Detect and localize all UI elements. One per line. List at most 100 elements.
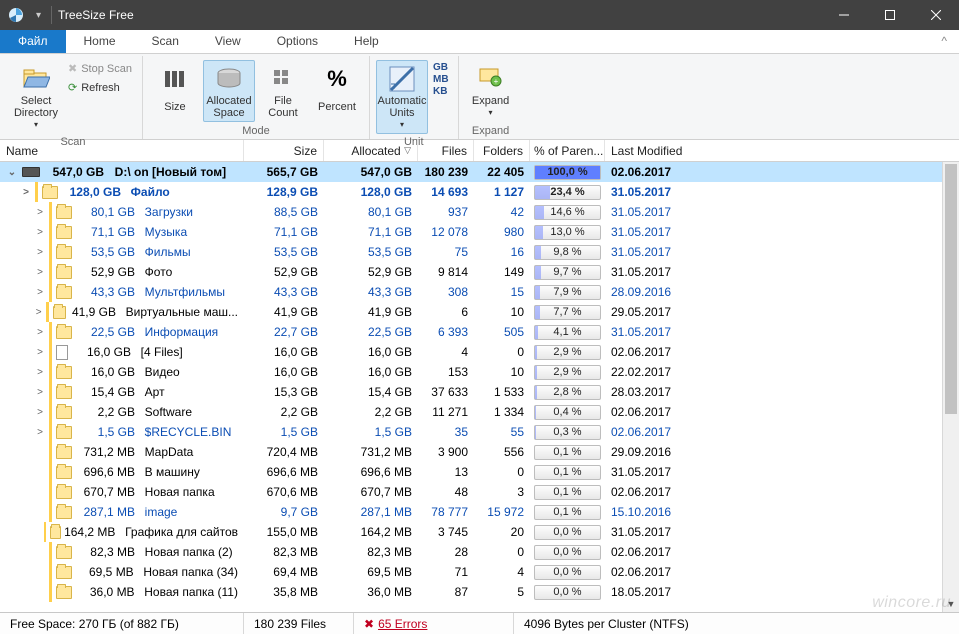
- folder-open-icon: [13, 63, 59, 95]
- svg-text:+: +: [493, 77, 498, 86]
- folder-icon: [56, 506, 72, 519]
- size-bar-icon: [44, 522, 46, 542]
- ruler-icon: [379, 63, 425, 95]
- tab-scan[interactable]: Scan: [134, 30, 197, 53]
- tree-row[interactable]: > 41,9 GB Виртуальные маш... 41,9 GB 41,…: [0, 302, 942, 322]
- tree-row[interactable]: 69,5 MB Новая папка (34) 69,4 MB 69,5 MB…: [0, 562, 942, 582]
- col-pct[interactable]: % of Paren...: [530, 140, 605, 161]
- size-bar-icon: [49, 282, 52, 302]
- tree-row[interactable]: > 22,5 GB Информация 22,7 GB 22,5 GB 6 3…: [0, 322, 942, 342]
- tree-row-root[interactable]: ⌄ 547,0 GB D:\ on [Новый том] 565,7 GB 5…: [0, 162, 942, 182]
- expander-icon[interactable]: >: [34, 207, 46, 218]
- qat-dropdown[interactable]: ▾: [32, 10, 45, 21]
- tab-options[interactable]: Options: [259, 30, 336, 53]
- expander-icon[interactable]: >: [34, 387, 46, 398]
- automatic-units-button[interactable]: Automatic Units▾: [376, 60, 428, 134]
- expander-icon[interactable]: >: [34, 427, 46, 438]
- tree-row[interactable]: 731,2 MB MapData 720,4 MB 731,2 MB 3 900…: [0, 442, 942, 462]
- tree-row[interactable]: > 52,9 GB Фото 52,9 GB 52,9 GB 9 814 149…: [0, 262, 942, 282]
- stop-scan-button[interactable]: ✖Stop Scan: [64, 60, 136, 77]
- expander-icon[interactable]: >: [34, 247, 46, 258]
- ribbon-group-unit: Automatic Units▾ GB MB KB Unit: [370, 56, 459, 139]
- col-files[interactable]: Files: [418, 140, 474, 161]
- tree-row[interactable]: 164,2 MB Графика для сайтов 155,0 MB 164…: [0, 522, 942, 542]
- collapse-ribbon-icon[interactable]: ^: [929, 30, 959, 53]
- expander-icon[interactable]: [34, 467, 46, 478]
- tab-help[interactable]: Help: [336, 30, 397, 53]
- expander-icon[interactable]: [34, 547, 46, 558]
- col-size[interactable]: Size: [244, 140, 324, 161]
- expander-icon[interactable]: >: [34, 287, 46, 298]
- mode-percent-button[interactable]: % Percent: [311, 60, 363, 122]
- mode-allocated-button[interactable]: Allocated Space: [203, 60, 255, 122]
- tab-view[interactable]: View: [197, 30, 259, 53]
- expander-icon[interactable]: >: [34, 407, 46, 418]
- size-bar-icon: [46, 302, 48, 322]
- tree-row[interactable]: 36,0 MB Новая папка (11) 35,8 MB 36,0 MB…: [0, 582, 942, 602]
- tree-row[interactable]: 696,6 MB В машину 696,6 MB 696,6 MB 13 0…: [0, 462, 942, 482]
- tree-view[interactable]: ⌄ 547,0 GB D:\ on [Новый том] 565,7 GB 5…: [0, 162, 942, 612]
- tree-row[interactable]: 287,1 MB image 9,7 GB 287,1 MB 78 777 15…: [0, 502, 942, 522]
- unit-mb[interactable]: MB: [430, 74, 452, 85]
- tree-row[interactable]: > 53,5 GB Фильмы 53,5 GB 53,5 GB 75 16 9…: [0, 242, 942, 262]
- expander-icon[interactable]: >: [34, 327, 46, 338]
- refresh-button[interactable]: ⟳Refresh: [64, 79, 136, 96]
- folder-icon: [53, 306, 66, 319]
- minimize-button[interactable]: [821, 0, 867, 30]
- tree-row[interactable]: 82,3 MB Новая папка (2) 82,3 MB 82,3 MB …: [0, 542, 942, 562]
- col-modified[interactable]: Last Modified: [605, 140, 715, 161]
- expander-icon[interactable]: >: [34, 267, 46, 278]
- folder-icon: [50, 526, 61, 539]
- expander-icon[interactable]: [34, 487, 46, 498]
- vertical-scrollbar[interactable]: ▲ ▼: [942, 162, 959, 612]
- col-name[interactable]: Name: [0, 140, 244, 161]
- tree-row[interactable]: > 2,2 GB Software 2,2 GB 2,2 GB 11 271 1…: [0, 402, 942, 422]
- expander-icon[interactable]: [34, 527, 41, 538]
- mode-filecount-button[interactable]: File Count: [257, 60, 309, 122]
- folder-icon: [56, 486, 72, 499]
- expander-icon[interactable]: >: [34, 227, 46, 238]
- tree-row[interactable]: > 80,1 GB Загрузки 88,5 GB 80,1 GB 937 4…: [0, 202, 942, 222]
- tree-row[interactable]: > 71,1 GB Музыка 71,1 GB 71,1 GB 12 078 …: [0, 222, 942, 242]
- size-bar-icon: [49, 222, 52, 242]
- close-button[interactable]: [913, 0, 959, 30]
- file-tab[interactable]: Файл: [0, 30, 66, 53]
- expander-icon[interactable]: [34, 507, 46, 518]
- tree-row[interactable]: > 1,5 GB $RECYCLE.BIN 1,5 GB 1,5 GB 35 5…: [0, 422, 942, 442]
- mode-size-button[interactable]: Size: [149, 60, 201, 122]
- file-icon: [56, 345, 68, 360]
- expander-icon[interactable]: [34, 447, 46, 458]
- expander-icon[interactable]: >: [34, 367, 46, 378]
- tree-row[interactable]: > 16,0 GB Видео 16,0 GB 16,0 GB 153 10 2…: [0, 362, 942, 382]
- expander-icon[interactable]: >: [34, 307, 43, 318]
- col-folders[interactable]: Folders: [474, 140, 530, 161]
- tree-row[interactable]: > 16,0 GB [4 Files] 16,0 GB 16,0 GB 4 0 …: [0, 342, 942, 362]
- maximize-button[interactable]: [867, 0, 913, 30]
- folder-icon: [56, 406, 72, 419]
- expander-icon[interactable]: [34, 567, 46, 578]
- size-bar-icon: [49, 362, 52, 382]
- expander-icon[interactable]: >: [34, 347, 46, 358]
- status-cluster: 4096 Bytes per Cluster (NTFS): [514, 613, 959, 634]
- folder-icon: [56, 566, 72, 579]
- tree-row[interactable]: > 15,4 GB Арт 15,3 GB 15,4 GB 37 633 1 5…: [0, 382, 942, 402]
- expander-icon[interactable]: [34, 587, 46, 598]
- tab-home[interactable]: Home: [66, 30, 134, 53]
- status-errors[interactable]: ✖65 Errors: [354, 613, 514, 634]
- unit-kb[interactable]: KB: [430, 86, 452, 97]
- folder-icon: [56, 226, 72, 239]
- statusbar: Free Space: 270 ГБ (of 882 ГБ) 180 239 F…: [0, 612, 959, 634]
- tree-row[interactable]: 670,7 MB Новая папка 670,6 MB 670,7 MB 4…: [0, 482, 942, 502]
- size-bar-icon: [49, 342, 52, 362]
- expand-button[interactable]: + Expand▾: [465, 60, 517, 122]
- unit-gb[interactable]: GB: [430, 62, 452, 73]
- size-bar-icon: [49, 502, 52, 522]
- select-directory-button[interactable]: Select Directory▾: [10, 60, 62, 134]
- tree-row[interactable]: > 128,0 GB Файло 128,9 GB 128,0 GB 14 69…: [0, 182, 942, 202]
- size-bar-icon: [49, 562, 52, 582]
- expander-icon[interactable]: >: [20, 187, 32, 198]
- tree-row[interactable]: > 43,3 GB Мультфильмы 43,3 GB 43,3 GB 30…: [0, 282, 942, 302]
- scroll-thumb[interactable]: [945, 164, 957, 414]
- expander-icon[interactable]: ⌄: [6, 167, 18, 178]
- col-allocated[interactable]: Allocated ▽: [324, 140, 418, 161]
